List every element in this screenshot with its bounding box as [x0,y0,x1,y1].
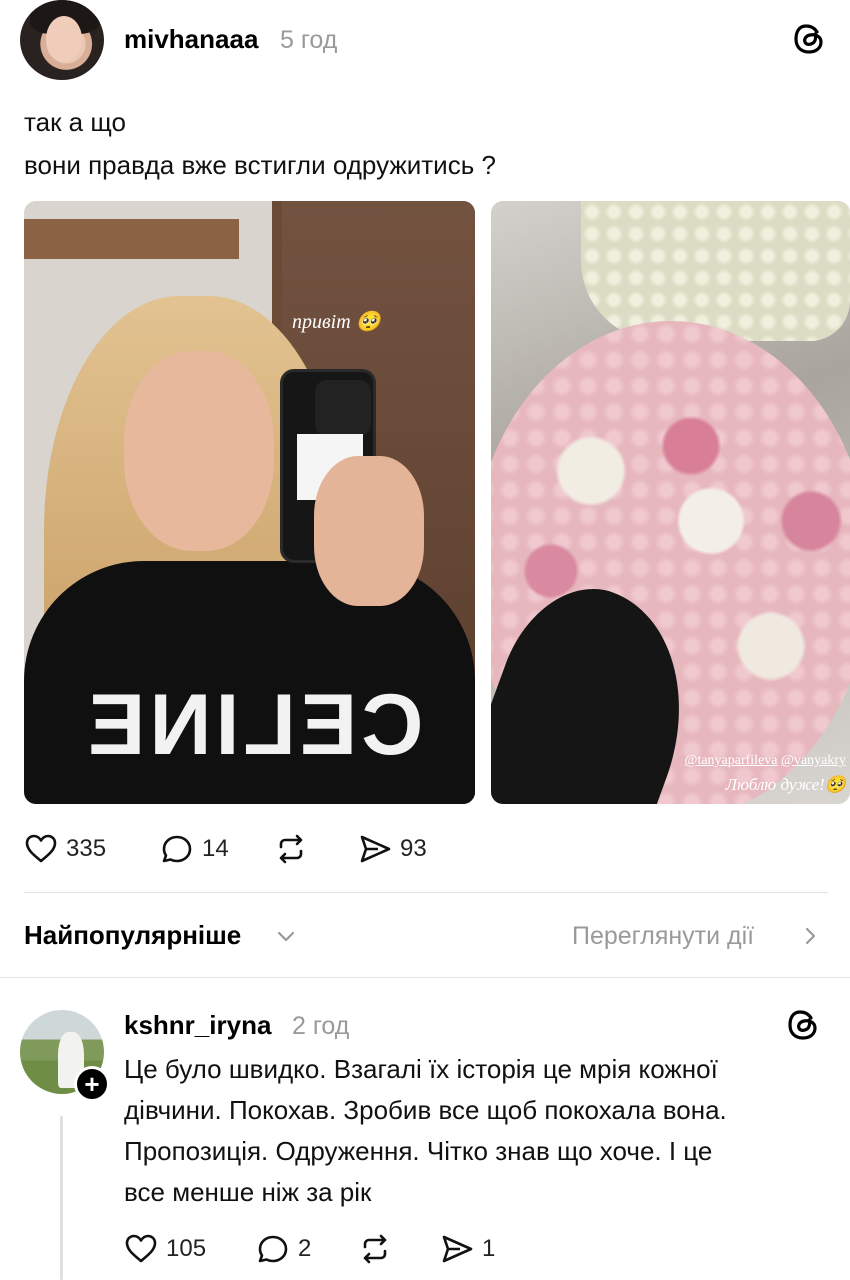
reply-comment-count: 2 [298,1235,312,1262]
chevron-right-icon[interactable] [798,924,822,948]
heart-icon [24,832,58,866]
reply-time: 2 год [292,1012,350,1040]
reply-share-button[interactable]: 1 [440,1232,495,1266]
like-button[interactable]: 335 [24,832,106,866]
threads-logo-icon[interactable] [792,22,826,56]
post-text-line-2: вони правда вже встигли одружитись ? [24,150,496,180]
reply-comment-button[interactable]: 2 [256,1232,311,1266]
comment-button[interactable]: 14 [160,832,229,866]
reply-username[interactable]: kshnr_iryna [124,1010,271,1041]
reply-text-line-2: дівчини. Покохав. Зробив все щоб покохал… [124,1095,727,1125]
reply-repost-button[interactable] [358,1232,400,1266]
story-caption: привіт 🥺 [292,311,381,333]
avatar[interactable] [20,0,104,80]
chevron-down-icon[interactable] [274,924,298,948]
divider [24,892,828,893]
post-image-selfie[interactable]: CELINE привіт 🥺 [24,201,475,804]
thread-page: mivhanaaa 5 год так а що вони правда вже… [0,0,850,1280]
sort-dropdown[interactable]: Найпопулярніше [24,920,241,951]
divider [0,977,850,978]
reply-text-line-4: все менше ніж за рік [124,1177,372,1207]
reply-like-button[interactable]: 105 [124,1232,206,1266]
tag-vanyakry: @vanyakry [781,753,846,768]
view-activity-link[interactable]: Переглянути дії [572,922,754,951]
repost-button[interactable] [274,832,316,866]
threads-logo-icon[interactable] [786,1008,820,1042]
tag-tanyaparfileva: @tanyaparfileva [684,753,778,768]
send-icon [358,832,392,866]
post-time: 5 год [280,26,338,54]
hand [314,456,424,606]
repost-icon [358,1232,392,1266]
post-username[interactable]: mivhanaaa [124,24,258,55]
white-roses-basket [581,201,850,341]
heart-icon [124,1232,158,1266]
story-caption-love: Люблю дуже!🥺 [725,775,846,794]
send-icon [440,1232,474,1266]
comment-count: 14 [202,835,229,862]
reply-text-line-1: Це було швидко. Взагалі їх історія це мр… [124,1054,718,1084]
comment-bubble-icon [160,832,194,866]
reply-text-line-3: Пропозиція. Одруження. Чітко знав що хоч… [124,1136,713,1166]
reply-like-count: 105 [166,1235,207,1262]
phone-camera [315,380,371,436]
post-image-flowers[interactable]: @tanyaparfileva @vanyakry Люблю дуже!🥺 [491,201,850,804]
share-button[interactable]: 93 [358,832,427,866]
share-count: 93 [400,835,427,862]
post-text-line-1: так а що [24,107,126,137]
woman-face [124,351,274,551]
story-tags: @tanyaparfileva @vanyakry Люблю дуже!🥺 [685,749,846,799]
door-frame [24,219,239,259]
comment-bubble-icon [256,1232,290,1266]
thread-line [60,1116,63,1280]
avatar-face [46,16,82,62]
repost-icon [274,832,308,866]
follow-button[interactable]: + [74,1066,110,1102]
reply-share-count: 1 [482,1235,496,1262]
sweater-logo: CELINE [84,677,424,773]
like-count: 335 [66,835,107,862]
